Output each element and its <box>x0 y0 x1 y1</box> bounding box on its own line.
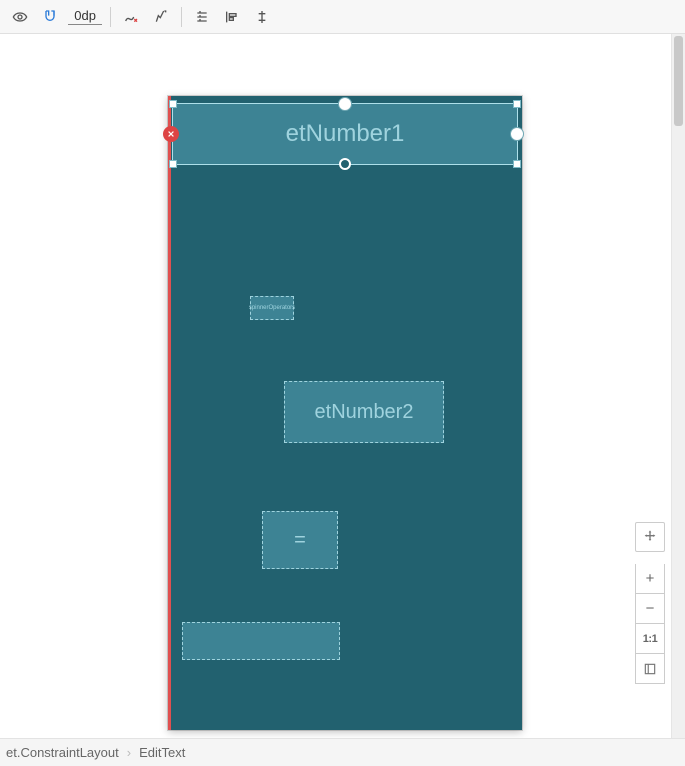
canvas-viewport[interactable]: etNumber1 spinnerOperators etNumber2 = <box>0 34 671 738</box>
device-frame[interactable]: etNumber1 spinnerOperators etNumber2 = <box>168 96 522 730</box>
button-equals[interactable]: = <box>262 511 338 569</box>
breadcrumb-parent[interactable]: et.ConstraintLayout <box>6 745 119 760</box>
resize-handle-nw[interactable] <box>169 100 177 108</box>
zoom-controls: + − 1:1 <box>635 522 665 684</box>
pan-button[interactable] <box>635 522 665 552</box>
breadcrumb-child[interactable]: EditText <box>139 745 185 760</box>
scrollbar-thumb[interactable] <box>674 36 683 126</box>
align-icon[interactable] <box>220 5 244 29</box>
chevron-right-icon: › <box>127 745 131 760</box>
zoom-in-button[interactable]: + <box>635 564 665 594</box>
clear-constraints-icon[interactable] <box>119 5 143 29</box>
zoom-fit-button[interactable] <box>635 654 665 684</box>
design-toolbar: 0dp <box>0 0 685 34</box>
toolbar-separator <box>181 7 182 27</box>
component-breadcrumb: et.ConstraintLayout › EditText <box>0 738 685 766</box>
zoom-reset-button[interactable]: 1:1 <box>635 624 665 654</box>
magnet-icon[interactable] <box>38 5 62 29</box>
guidelines-icon[interactable] <box>250 5 274 29</box>
toolbar-separator <box>110 7 111 27</box>
zoom-out-button[interactable]: − <box>635 594 665 624</box>
view-options-icon[interactable] <box>8 5 32 29</box>
constraint-error-badge[interactable] <box>163 126 179 142</box>
constraint-error-edge <box>168 96 171 730</box>
constraint-handle-right[interactable] <box>510 127 524 141</box>
edittext-hint: etNumber1 <box>173 104 517 164</box>
constraint-handle-bottom[interactable] <box>339 158 351 170</box>
design-canvas-area: etNumber1 spinnerOperators etNumber2 = <box>0 34 685 738</box>
constraint-handle-top[interactable] <box>338 97 352 111</box>
resize-handle-sw[interactable] <box>169 160 177 168</box>
textview-result[interactable] <box>182 622 340 660</box>
edittext-etnumber1[interactable]: etNumber1 <box>172 103 518 165</box>
vertical-scrollbar[interactable] <box>671 34 685 738</box>
resize-handle-ne[interactable] <box>513 100 521 108</box>
pack-icon[interactable] <box>190 5 214 29</box>
infer-constraints-icon[interactable] <box>149 5 173 29</box>
resize-handle-se[interactable] <box>513 160 521 168</box>
edittext-etnumber2[interactable]: etNumber2 <box>284 381 444 443</box>
default-margin-input[interactable]: 0dp <box>68 8 102 25</box>
spinner-operators[interactable]: spinnerOperators <box>250 296 294 320</box>
